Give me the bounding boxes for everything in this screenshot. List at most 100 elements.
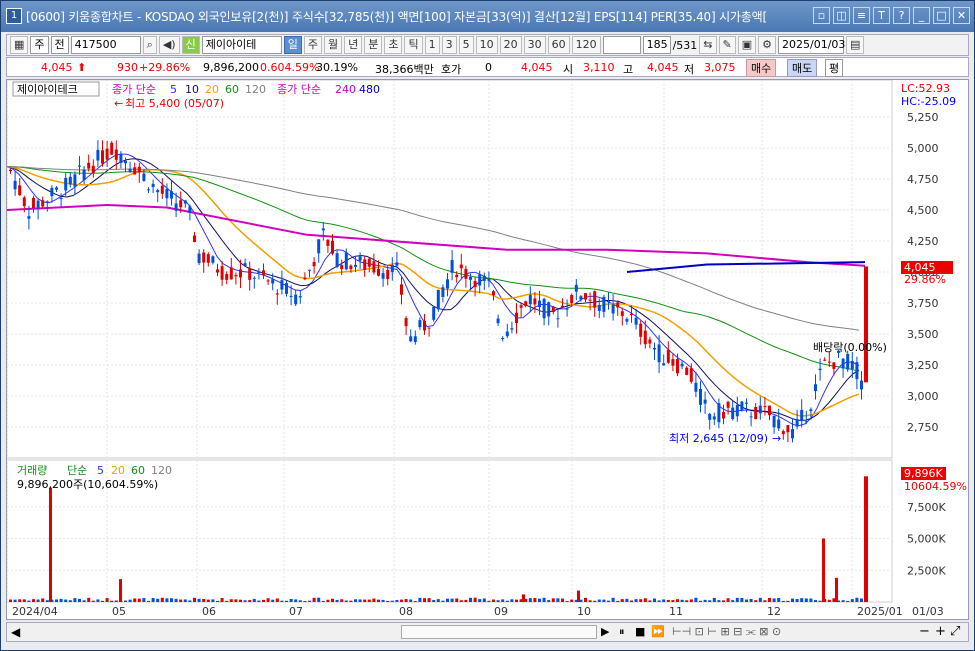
volume-bar <box>846 600 850 602</box>
type-select[interactable]: 주 <box>30 36 49 54</box>
candle-body <box>372 261 376 273</box>
candle-body <box>326 239 330 246</box>
date-input[interactable]: 2025/01/03 <box>778 36 845 54</box>
candle-body <box>758 405 762 414</box>
volume-bar <box>860 598 863 602</box>
y-tick-label: 5,000 <box>907 142 939 155</box>
window-number: 1 <box>6 8 22 24</box>
title-bar: 1 [0600] 키움종합차트 - KOSDAQ 외국인보유[2(천)] 주식수… <box>1 1 974 32</box>
gear-icon[interactable]: ⚙ <box>758 36 777 54</box>
fast-forward-icon[interactable]: ⏩ <box>651 625 665 638</box>
link-icon[interactable]: ⇆ <box>699 36 717 54</box>
minimize-icon[interactable]: _ <box>913 7 930 24</box>
volume-bar <box>809 598 813 602</box>
buy-button[interactable]: 매수 <box>746 59 777 77</box>
pause-icon[interactable]: ⏸ <box>619 625 625 639</box>
volume-bar <box>55 599 58 602</box>
volume-bar <box>174 598 178 602</box>
candle-body <box>850 360 854 370</box>
volume-bar <box>220 598 224 602</box>
volume-bar <box>87 597 91 602</box>
ma-5: 5 <box>170 83 177 96</box>
code-input[interactable]: 417500 <box>70 36 141 54</box>
search-icon[interactable]: ⌕ <box>142 36 157 54</box>
tab-second[interactable]: 초 <box>384 36 403 54</box>
candle-body <box>358 256 362 261</box>
tab-week[interactable]: 주 <box>303 36 322 54</box>
vol-ma-5: 5 <box>97 464 104 477</box>
interval-3[interactable]: 3 <box>441 36 457 54</box>
candle-body <box>32 197 35 209</box>
maximize-icon[interactable]: □ <box>933 7 950 24</box>
candle-body <box>722 411 725 419</box>
prev-button[interactable]: 전 <box>50 36 69 54</box>
open-price: 3,110 <box>583 61 615 74</box>
candle-body <box>68 176 72 185</box>
volume-bar <box>32 599 35 602</box>
interval-10[interactable]: 10 <box>475 36 498 54</box>
interval-20[interactable]: 20 <box>499 36 522 54</box>
volume-bar <box>271 599 275 602</box>
chart-canvas[interactable]: 5,2505,0004,7504,5004,2504,0003,7503,500… <box>6 79 968 619</box>
interval-120[interactable]: 120 <box>571 36 601 54</box>
sound-icon[interactable]: ◀) <box>158 36 180 54</box>
avg-button[interactable]: 평 <box>825 59 844 77</box>
chart-icon[interactable]: ▦ <box>10 36 29 54</box>
scroll-thumb[interactable] <box>401 625 597 639</box>
volume-bar <box>91 600 95 602</box>
interval-select[interactable] <box>602 36 641 54</box>
volume-bar <box>151 597 155 602</box>
candle-body <box>666 349 670 363</box>
volume-bar <box>657 600 661 602</box>
zoom-out-icon[interactable]: − <box>919 624 930 639</box>
tab-tick[interactable]: 틱 <box>404 36 423 54</box>
tab-minute[interactable]: 분 <box>364 36 383 54</box>
candle-body <box>616 302 620 308</box>
vol-ma-60: 60 <box>131 464 145 477</box>
zoom-in-icon[interactable]: + <box>935 624 946 639</box>
font-icon[interactable]: T <box>873 7 890 24</box>
interval-5[interactable]: 5 <box>458 36 474 54</box>
volume-bar <box>289 598 293 602</box>
window-title: [0600] 키움종합차트 - KOSDAQ 외국인보유[2(천)] 주식수[3… <box>26 10 767 24</box>
settings-icon[interactable]: ≡ <box>853 7 870 24</box>
expand-icon[interactable]: ⤢ <box>950 624 960 639</box>
vol-ma-120: 120 <box>151 464 172 477</box>
volume-bar <box>404 599 408 602</box>
tile-icon[interactable]: ◫ <box>833 7 850 24</box>
interval-1[interactable]: 1 <box>424 36 440 54</box>
volume-bar <box>68 600 72 602</box>
scroll-left-icon[interactable]: ◀ <box>11 625 20 639</box>
candle-body <box>708 413 712 420</box>
candle-body <box>542 298 546 319</box>
sell-button[interactable]: 매도 <box>787 59 818 77</box>
tab-day[interactable]: 일 <box>283 36 302 54</box>
volume-bar <box>413 600 417 602</box>
current-price: 4,045 <box>41 61 73 74</box>
candle-body <box>469 277 472 280</box>
x-tick-label: 06 <box>202 605 216 618</box>
help-icon[interactable]: ? <box>893 7 910 24</box>
candle-body <box>59 197 63 199</box>
restore-icon[interactable]: ▫ <box>813 7 830 24</box>
volume-bar <box>528 598 532 602</box>
tab-year[interactable]: 년 <box>344 36 363 54</box>
interval-30[interactable]: 30 <box>523 36 546 54</box>
candle-body <box>556 318 560 320</box>
stop-icon[interactable]: ■ <box>635 625 645 638</box>
candle-body <box>312 261 316 267</box>
tab-month[interactable]: 월 <box>323 36 343 54</box>
tool-icon[interactable]: ✎ <box>718 36 736 54</box>
interval-60[interactable]: 60 <box>547 36 570 54</box>
chart-area[interactable]: 5,2505,0004,7504,5004,2504,0003,7503,500… <box>6 79 969 620</box>
volume-bar <box>9 599 12 602</box>
candle-body <box>777 419 781 429</box>
count-input[interactable]: 185 <box>642 36 671 54</box>
candle-body <box>239 269 242 278</box>
save-icon[interactable]: ▣ <box>737 36 757 54</box>
scroll-right-icon[interactable]: ▶ <box>601 625 609 638</box>
scroll-bar[interactable]: ◀ ▶ ⏸ ■ ⏩ ⊢⊣ ⊡ ⊢ ⊞ ⊟ ⫘ ⊠ ⊙ − + ⤢ <box>6 622 969 642</box>
zoom-icons[interactable]: ⊢⊣ ⊡ ⊢ ⊞ ⊟ ⫘ ⊠ ⊙ <box>672 625 781 639</box>
calendar-icon[interactable]: ▤ <box>846 36 865 54</box>
close-icon[interactable]: ✕ <box>953 7 970 24</box>
